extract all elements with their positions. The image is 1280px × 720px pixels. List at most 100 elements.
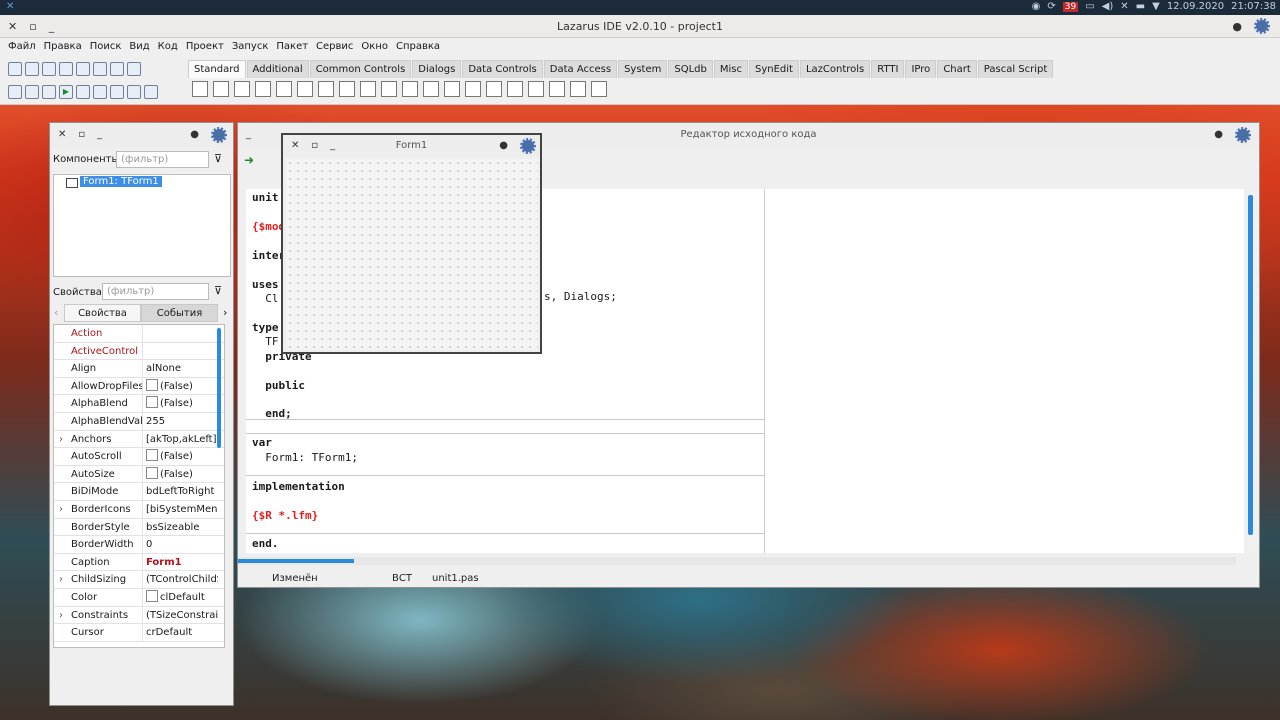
palette-tab[interactable]: SynEdit <box>748 60 799 78</box>
menu-item[interactable]: Вид <box>125 38 153 58</box>
vertical-scrollbar[interactable] <box>1244 189 1258 553</box>
tab-scroll-left-icon[interactable]: ‹ <box>54 306 58 319</box>
keyboard-layout-icon[interactable]: ▬ <box>1136 1 1145 12</box>
volume-icon[interactable]: ◀) <box>1102 1 1114 12</box>
property-row[interactable]: AutoSize (False) <box>54 465 224 484</box>
notification-badge[interactable]: 39 <box>1062 1 1079 12</box>
on-icon[interactable] <box>339 81 355 97</box>
save-icon[interactable] <box>59 62 73 76</box>
checkbox-icon[interactable] <box>146 590 158 602</box>
menu-item[interactable]: Справка <box>392 38 444 58</box>
property-value[interactable]: bsSizeable <box>146 519 218 536</box>
form1-minimize-icon[interactable]: _ <box>330 135 335 157</box>
combobox-icon[interactable] <box>423 81 439 97</box>
close-icon[interactable]: ✕ <box>8 15 17 38</box>
save-all-icon[interactable] <box>76 62 90 76</box>
inspector-close-icon[interactable]: ✕ <box>58 123 66 147</box>
properties-filter-input[interactable]: (фильтр) <box>102 283 209 300</box>
tree-item-form1[interactable]: Form1: TForm1 <box>80 176 162 187</box>
inspector-gear-icon[interactable] <box>211 127 227 143</box>
property-row[interactable]: AutoScroll (False) <box>54 448 224 466</box>
property-row[interactable]: › Constraints (TSizeConstrain <box>54 606 224 625</box>
step-into-icon[interactable] <box>110 85 124 99</box>
checkgroup-icon[interactable] <box>507 81 523 97</box>
horizontal-scrollbar[interactable] <box>238 557 1236 565</box>
property-row[interactable]: AlphaBlendValue255 <box>54 413 224 431</box>
property-row[interactable]: Align alNone <box>54 360 224 378</box>
radiogroup-icon[interactable] <box>486 81 502 97</box>
settings-gear-icon[interactable] <box>1254 18 1270 34</box>
palette-tab[interactable]: IPro <box>905 60 937 78</box>
property-row[interactable]: Cursor crDefault <box>54 624 224 642</box>
tab-scroll-right-icon[interactable]: › <box>223 306 227 319</box>
property-row[interactable]: BorderWidth 0 <box>54 536 224 554</box>
property-value[interactable]: 0 <box>146 536 218 553</box>
palette-tab[interactable]: Additional <box>246 60 309 78</box>
palette-tab[interactable]: Pascal Script <box>977 60 1054 78</box>
form1-pin-icon[interactable]: ● <box>499 135 508 157</box>
property-row[interactable]: AlphaBlend (False) <box>54 395 224 413</box>
property-grid-scrollbar[interactable] <box>216 326 222 646</box>
check-icon[interactable] <box>360 81 376 97</box>
groupbox-icon[interactable] <box>465 81 481 97</box>
property-value[interactable]: crDefault <box>146 624 218 641</box>
panel-icon[interactable] <box>528 81 544 97</box>
filter2-clear-icon[interactable]: ⊽ <box>214 284 222 297</box>
menu-item[interactable]: Окно <box>357 38 392 58</box>
checkbox-icon[interactable] <box>146 466 158 479</box>
inspector-minimize-icon[interactable]: _ <box>97 123 102 147</box>
property-value[interactable]: clDefault <box>146 589 218 606</box>
checkbox-icon[interactable] <box>146 449 158 462</box>
palette-tab[interactable]: System <box>618 60 668 78</box>
property-value[interactable]: alNone <box>146 360 218 377</box>
update-icon[interactable]: ⟳ <box>1047 1 1055 12</box>
minimize-icon[interactable]: _ <box>49 15 55 38</box>
inspector-pin-icon[interactable]: ● <box>190 123 199 147</box>
run-icon[interactable]: ▶ <box>59 85 73 99</box>
new-unit-icon[interactable] <box>8 62 22 76</box>
step-over-icon[interactable] <box>127 85 141 99</box>
maximize-icon[interactable]: ▫ <box>29 15 36 38</box>
components-filter-input[interactable]: (фильтр) <box>116 151 209 168</box>
components-tree[interactable]: Form1: TForm1 <box>53 174 231 277</box>
property-row[interactable]: Action <box>54 325 224 343</box>
editor-pin-icon[interactable]: ● <box>1214 123 1223 147</box>
menu-item[interactable]: Запуск <box>228 38 273 58</box>
menu-item[interactable]: Код <box>154 38 182 58</box>
inspector-maximize-icon[interactable]: ▫ <box>78 123 85 147</box>
form1-design-surface[interactable] <box>286 159 538 350</box>
property-row[interactable]: ActiveControl <box>54 342 224 361</box>
actionlist-icon[interactable] <box>570 81 586 97</box>
tpopupmenu-icon[interactable] <box>234 81 250 97</box>
property-value[interactable]: (False) <box>146 466 218 483</box>
toggle-form-icon[interactable] <box>110 62 124 76</box>
property-row[interactable]: Color clDefault <box>54 589 224 607</box>
scrollbar-icon[interactable] <box>444 81 460 97</box>
palette-tab[interactable]: Dialogs <box>412 60 462 78</box>
checkbox-icon[interactable] <box>146 378 158 391</box>
frame-icon[interactable] <box>549 81 565 97</box>
ok-icon[interactable] <box>255 81 271 97</box>
display-icon[interactable]: ▭ <box>1085 1 1094 12</box>
menu-item[interactable]: Проект <box>182 38 228 58</box>
wifi-icon[interactable]: ▼ <box>1152 1 1160 12</box>
palette-tab[interactable]: Data Access <box>543 60 618 78</box>
palette-tab[interactable]: Common Controls <box>309 60 412 78</box>
palette-tab[interactable]: RTTI <box>871 60 905 78</box>
radio-icon[interactable] <box>381 81 397 97</box>
expand-icon[interactable]: › <box>59 571 63 588</box>
property-row[interactable]: AllowDropFiles (False) <box>54 377 224 396</box>
property-row[interactable]: Caption Form1 <box>54 553 224 572</box>
step-out-icon[interactable] <box>144 85 158 99</box>
property-row[interactable]: › BorderIcons[biSystemMenu, <box>54 501 224 519</box>
abi-icon[interactable] <box>297 81 313 97</box>
app-menu-icon[interactable]: ✕ <box>6 1 14 12</box>
pointer-icon[interactable] <box>192 81 208 97</box>
editor-gear-icon[interactable] <box>1235 127 1251 143</box>
palette-tab[interactable]: Data Controls <box>462 60 543 78</box>
stop-icon[interactable] <box>93 85 107 99</box>
tab-properties[interactable]: Свойства <box>64 304 141 322</box>
filter-clear-icon[interactable]: ⊽ <box>214 152 222 165</box>
build-icon[interactable] <box>42 85 56 99</box>
pause-icon[interactable] <box>76 85 90 99</box>
